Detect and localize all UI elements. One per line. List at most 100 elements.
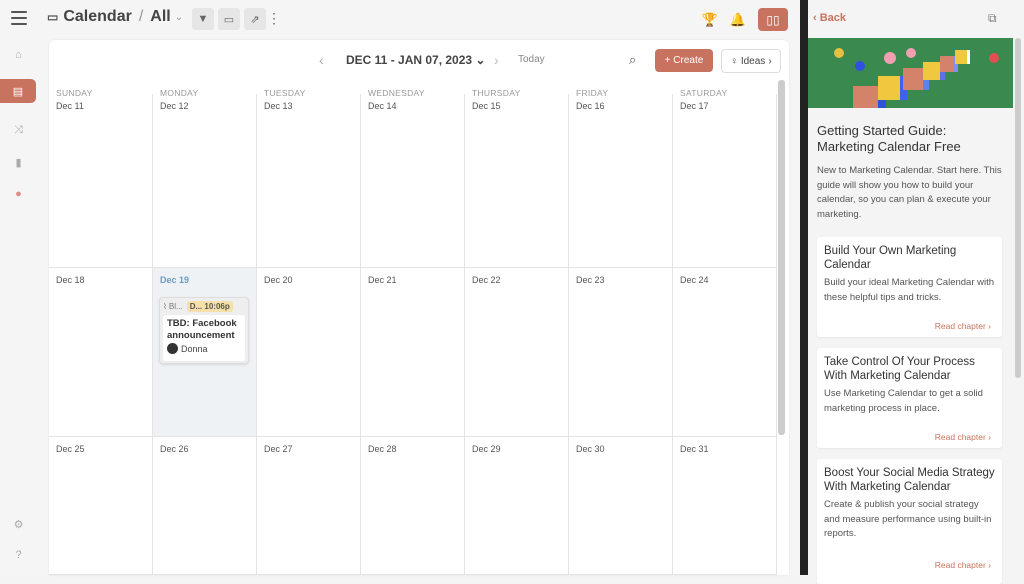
trophy-icon[interactable]: 🏆 [702,12,718,28]
day-date: Dec 16 [576,101,605,111]
display-icon[interactable]: ▭ [218,8,240,30]
ideas-button[interactable]: ♀ Ideas › [721,49,781,73]
search-icon[interactable]: ⌕ [629,52,636,68]
next-icon[interactable]: › [494,52,499,68]
view-selector[interactable]: All [150,8,170,26]
day-cell[interactable]: Dec 12 [153,94,257,268]
day-cell[interactable]: Dec 19 ⌇ Bl... D... 10:06p TBD: Facebook ann… [153,268,257,437]
calendar-nav-icon[interactable]: ▤ [0,79,36,103]
day-cell[interactable]: Dec 28 [361,437,465,575]
analytics-icon[interactable]: ▮ [0,150,37,174]
day-cell[interactable]: Dec 30 [569,437,673,575]
more-icon[interactable]: ⋮ [267,11,281,25]
day-date: Dec 21 [368,275,397,285]
avatar [167,343,178,354]
guide-panel: ‹ Back ⧉ Getting Started Guide: Marketin… [808,0,1024,584]
chapter-title: Build Your Own Marketing Calendar [824,245,957,271]
event-card[interactable]: ⌇ Bl... D... 10:06p TBD: Facebook announcem… [159,297,249,364]
page-title[interactable]: Calendar [63,8,131,26]
chapter-card[interactable]: Build Your Own Marketing Calendar Build … [817,237,1002,337]
day-cell[interactable]: Dec 13 [257,94,361,268]
panel-divider[interactable] [800,0,808,575]
day-date: Dec 27 [264,444,293,454]
day-date: Dec 18 [56,275,85,285]
read-chapter-link[interactable]: Read chapter › [935,432,991,442]
day-cell[interactable]: Dec 14 [361,94,465,268]
panel-scrollbar[interactable] [1015,38,1021,378]
date-range-label: DEC 11 - JAN 07, 2023 [346,53,473,67]
read-chapter-link[interactable]: Read chapter › [935,560,991,570]
calendar-header: ‹ DEC 11 - JAN 07, 2023 ⌄ › Today ⌕ + Cr… [49,40,789,80]
event-tag: D... 10:06p [186,300,233,312]
chapter-desc: Build your ideal Marketing Calendar with… [824,277,995,303]
guide-title: Getting Started Guide: Marketing Calenda… [817,123,961,154]
prev-icon[interactable]: ‹ [319,52,324,68]
back-label: Back [819,12,847,24]
chevron-right-icon: › [768,55,772,67]
day-cell[interactable]: Dec 16 [569,94,673,268]
day-cell[interactable]: Dec 15 [465,94,569,268]
filter-icon[interactable]: ▼ [192,8,214,30]
day-cell[interactable]: Dec 25 [49,437,153,575]
day-date: Dec 23 [576,275,605,285]
day-cell[interactable]: Dec 18 [49,268,153,437]
day-cell[interactable]: Dec 22 [465,268,569,437]
today-button[interactable]: Today [518,54,545,65]
read-chapter-link[interactable]: Read chapter › [935,321,991,331]
day-date: Dec 15 [472,101,501,111]
day-cell[interactable]: Dec 29 [465,437,569,575]
rss-icon: ⌇ [163,301,167,311]
help-icon[interactable]: ? [0,543,37,567]
day-cell[interactable]: Dec 31 [673,437,777,575]
day-date: Dec 19 [160,275,190,285]
day-date: Dec 12 [160,101,189,111]
calendar-grid: SUNDAY MONDAY TUESDAY WEDNESDAY THURSDAY FRID… [49,80,777,575]
create-button[interactable]: + Create [655,49,713,72]
chapter-card[interactable]: Take Control Of Your Process With Market… [817,348,1002,448]
home-icon[interactable]: ⌂ [0,43,37,67]
chapter-desc: Create & publish your social strategy an… [824,499,992,539]
day-cell[interactable]: Dec 23 [569,268,673,437]
day-cell[interactable]: Dec 27 [257,437,361,575]
top-bar: ▭ Calendar / All ⌄ ▼ ▭ ⇗ ⋮ 🏆 🔔 ▯▯ [0,0,800,38]
chevron-down-icon: ⌄ [475,53,486,67]
day-cell[interactable]: Dec 17 [673,94,777,268]
day-cell[interactable]: Dec 20 [257,268,361,437]
day-cell[interactable]: Dec 21 [361,268,465,437]
day-date: Dec 13 [264,101,293,111]
day-date: Dec 22 [472,275,501,285]
event-user: Donna [167,343,241,354]
event-user-name: Donna [181,343,208,354]
day-date: Dec 31 [680,444,709,454]
flower-pots-illustration [834,48,999,108]
external-link-icon[interactable]: ⧉ [988,11,997,26]
date-range[interactable]: DEC 11 - JAN 07, 2023 ⌄ [346,53,485,67]
day-cell[interactable]: Dec 24 [673,268,777,437]
menu-icon[interactable] [11,11,27,25]
book-icon[interactable]: ▯▯ [758,8,788,31]
chapter-desc: Use Marketing Calendar to get a solid ma… [824,388,983,414]
event-meta: ⌇ Bl... D... 10:06p [160,298,248,314]
lightbulb-icon: ♀ [730,55,738,67]
day-cell[interactable]: Dec 26 [153,437,257,575]
day-date: Dec 20 [264,275,293,285]
share-icon[interactable]: ⇗ [244,8,266,30]
settings-icon[interactable]: ⚙ [0,512,37,536]
day-date: Dec 29 [472,444,501,454]
bell-icon[interactable]: 🔔 [730,12,746,28]
chapter-card[interactable]: Boost Your Social Media Strategy With Ma… [817,459,1002,584]
chapter-title: Take Control Of Your Process With Market… [824,356,975,382]
event-channel: Bl... [168,301,183,311]
shuffle-icon[interactable]: ⤨ [0,118,37,142]
day-cell[interactable]: Dec 11 [49,94,153,268]
chapter-title: Boost Your Social Media Strategy With Ma… [824,467,995,493]
calendar-scrollbar[interactable] [778,80,785,435]
guide-banner-image [808,38,1013,108]
chevron-down-icon[interactable]: ⌄ [175,12,183,23]
record-icon[interactable]: ● [0,182,37,206]
breadcrumb-separator: / [138,8,144,25]
event-body: TBD: Facebook announcement Donna [163,315,245,361]
breadcrumb: ▭ Calendar / All ⌄ [47,8,183,26]
app: ▭ Calendar / All ⌄ ▼ ▭ ⇗ ⋮ 🏆 🔔 ▯▯ ⌂ ▤ ⤨ … [0,0,800,575]
back-button[interactable]: ‹ Back [813,12,846,24]
